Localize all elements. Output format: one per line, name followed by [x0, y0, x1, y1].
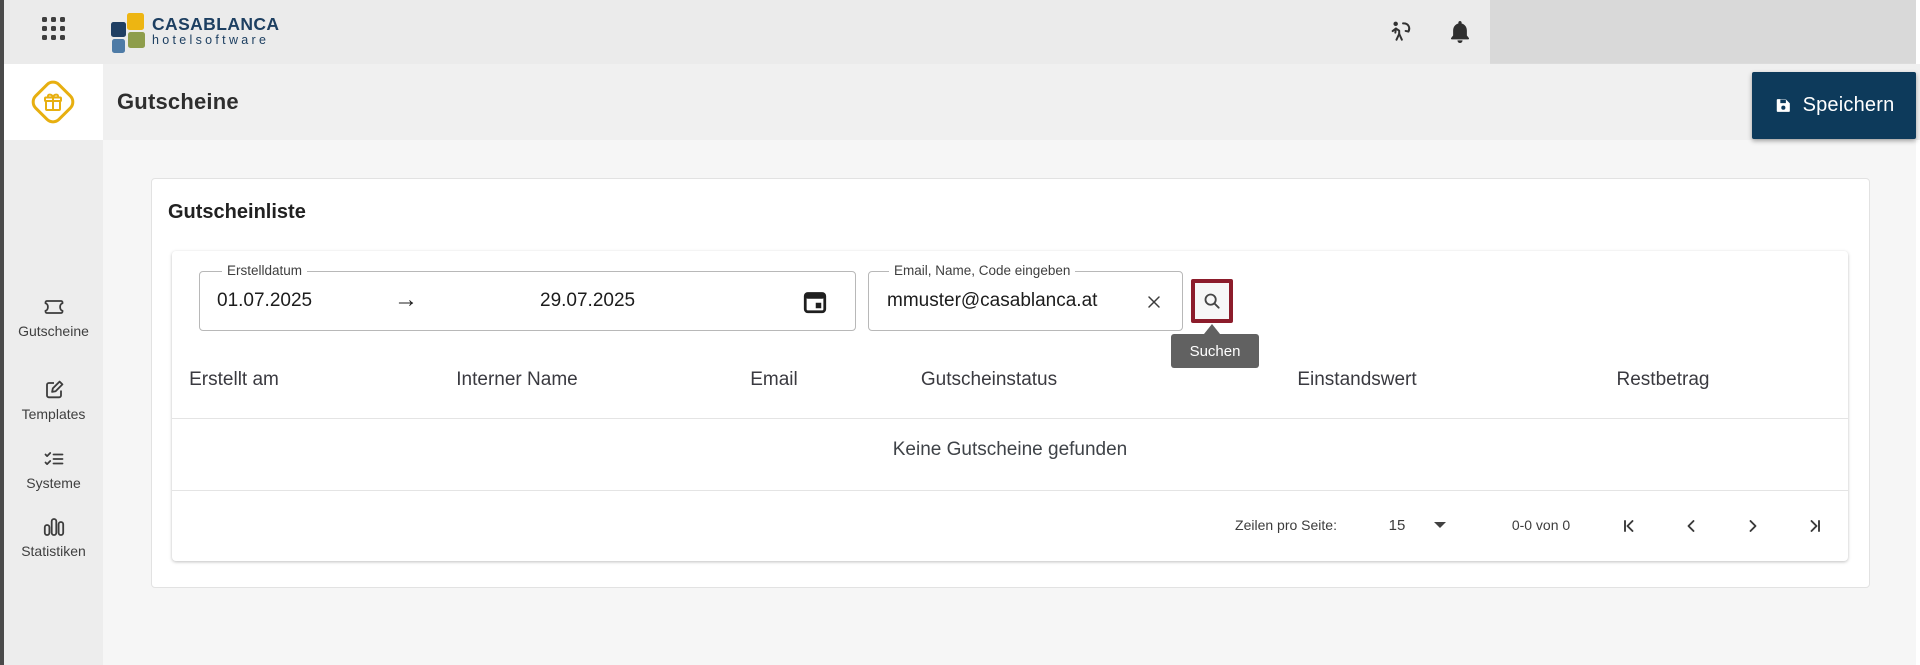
- date-to-input[interactable]: 29.07.2025: [540, 272, 635, 330]
- page-header: Gutscheine Speichern: [103, 64, 1920, 140]
- column-header-erstellt-am: Erstellt am: [189, 369, 279, 390]
- previous-page-button[interactable]: [1680, 515, 1702, 537]
- sidebar-item-systeme[interactable]: Systeme: [4, 447, 103, 491]
- sidebar-item-label: Gutscheine: [18, 323, 89, 339]
- search-input[interactable]: mmuster@casablanca.at: [887, 272, 1097, 330]
- save-button-label: Speichern: [1802, 94, 1895, 116]
- edit-icon: [45, 380, 63, 399]
- logo-subtitle: hotelsoftware: [152, 33, 270, 47]
- column-header-einstandswert: Einstandswert: [1297, 369, 1417, 390]
- rows-per-page-caret-icon[interactable]: [1434, 522, 1446, 528]
- divider: [172, 418, 1848, 419]
- rows-per-page-label: Zeilen pro Seite:: [1235, 517, 1337, 533]
- page-title: Gutscheine: [117, 89, 239, 114]
- pagination-range: 0-0 von 0: [1511, 517, 1571, 533]
- sidebar-item-templates[interactable]: Templates: [4, 378, 103, 422]
- sidebar-item-label: Systeme: [26, 475, 81, 491]
- calendar-icon[interactable]: [800, 287, 830, 317]
- search-field[interactable]: Email, Name, Code eingeben mmuster@casab…: [868, 263, 1183, 331]
- voucher-list-title: Gutscheinliste: [168, 201, 306, 223]
- sidebar-item-gutscheine[interactable]: Gutscheine: [4, 295, 103, 339]
- column-header-email: Email: [750, 369, 798, 390]
- apps-grid-icon[interactable]: [42, 17, 68, 43]
- sidebar-item-statistiken[interactable]: Statistiken: [4, 515, 103, 559]
- date-range-arrow-icon: →: [394, 286, 418, 313]
- first-page-button[interactable]: [1618, 515, 1640, 537]
- search-icon: [1204, 293, 1220, 309]
- voucher-table-panel: Erstelldatum 01.07.2025 → 29.07.2025 Ema…: [172, 251, 1848, 561]
- column-header-restbetrag: Restbetrag: [1616, 369, 1710, 390]
- sidebar-item-label: Statistiken: [21, 543, 86, 559]
- notifications-bell-icon[interactable]: [1446, 17, 1474, 47]
- column-header-interner-name: Interner Name: [456, 369, 578, 390]
- divider: [172, 490, 1848, 491]
- date-range-field[interactable]: Erstelldatum 01.07.2025 → 29.07.2025: [199, 263, 856, 331]
- tooltip-pointer: [1204, 324, 1220, 334]
- logo-title: CASABLANCA: [152, 14, 280, 34]
- save-button[interactable]: Speichern: [1752, 72, 1916, 139]
- checklist-icon: [44, 452, 63, 465]
- column-header-gutscheinstatus: Gutscheinstatus: [920, 369, 1058, 390]
- casablanca-logo: CASABLANCA hotelsoftware: [111, 12, 341, 54]
- bar-chart-icon: [43, 518, 64, 536]
- logo-squares-icon: [111, 13, 146, 54]
- search-button[interactable]: [1191, 279, 1233, 323]
- topbar: CASABLANCA hotelsoftware: [4, 0, 1916, 64]
- date-from-input[interactable]: 01.07.2025: [217, 272, 312, 330]
- ticket-icon: [44, 300, 63, 314]
- clear-search-icon[interactable]: [1145, 293, 1163, 311]
- search-tooltip: Suchen: [1171, 334, 1259, 368]
- app-window: CASABLANCA hotelsoftware Gutscheine Spei…: [0, 0, 1920, 665]
- rows-per-page-select[interactable]: 15: [1389, 517, 1406, 534]
- sidebar-item-label: Templates: [21, 406, 86, 422]
- save-floppy-icon: [1776, 99, 1790, 112]
- next-page-button[interactable]: [1742, 515, 1764, 537]
- voucher-list-card: Gutscheinliste Erstelldatum 01.07.2025 →…: [151, 178, 1870, 588]
- empty-table-message: Keine Gutscheine gefunden: [892, 439, 1128, 460]
- last-page-button[interactable]: [1804, 515, 1826, 537]
- walk-run-icon[interactable]: [1386, 17, 1414, 47]
- sidebar-nav: Gutscheine Templates Systeme Statistiken: [4, 140, 103, 665]
